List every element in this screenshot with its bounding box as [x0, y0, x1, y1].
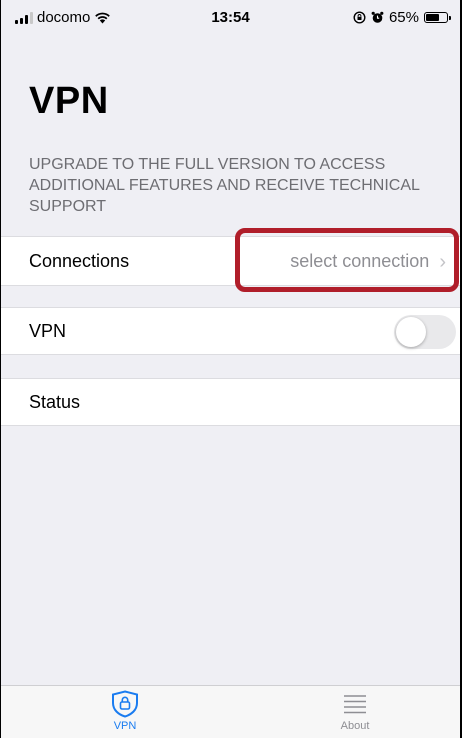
page-title: VPN	[29, 80, 109, 122]
battery-percent: 65%	[388, 9, 419, 26]
vpn-toggle-switch[interactable]	[394, 315, 456, 349]
battery-icon	[424, 12, 451, 23]
connections-value-text: select connection	[290, 251, 430, 271]
vpn-label: VPN	[29, 321, 67, 341]
connections-value[interactable]: select connection ›	[290, 251, 446, 272]
orientation-lock-icon	[353, 11, 366, 24]
toggle-knob	[396, 317, 426, 347]
tab-bar: VPN About	[1, 685, 460, 738]
shield-lock-icon	[112, 690, 138, 718]
chevron-right-icon: ›	[439, 250, 446, 273]
tab-about[interactable]: About	[315, 690, 395, 732]
alarm-icon	[371, 11, 384, 23]
list-icon	[344, 695, 366, 714]
connections-label: Connections	[29, 251, 130, 271]
status-row[interactable]: Status	[1, 378, 460, 426]
tab-about-label: About	[340, 720, 370, 732]
status-bar: docomo 13:54 65%	[1, 0, 460, 36]
vpn-toggle-row: VPN	[1, 307, 460, 355]
status-label: Status	[29, 392, 81, 412]
tab-vpn[interactable]: VPN	[85, 690, 165, 732]
connections-row[interactable]: Connections select connection ›	[1, 236, 460, 286]
battery-fill	[426, 14, 439, 21]
upgrade-note: UPGRADE TO THE FULL VERSION TO ACCESS AD…	[29, 156, 420, 215]
app-screen: docomo 13:54 65% VPN UPGRADE TO THE FULL…	[0, 0, 462, 738]
status-right: 65%	[353, 9, 451, 26]
tab-vpn-label: VPN	[113, 720, 137, 732]
